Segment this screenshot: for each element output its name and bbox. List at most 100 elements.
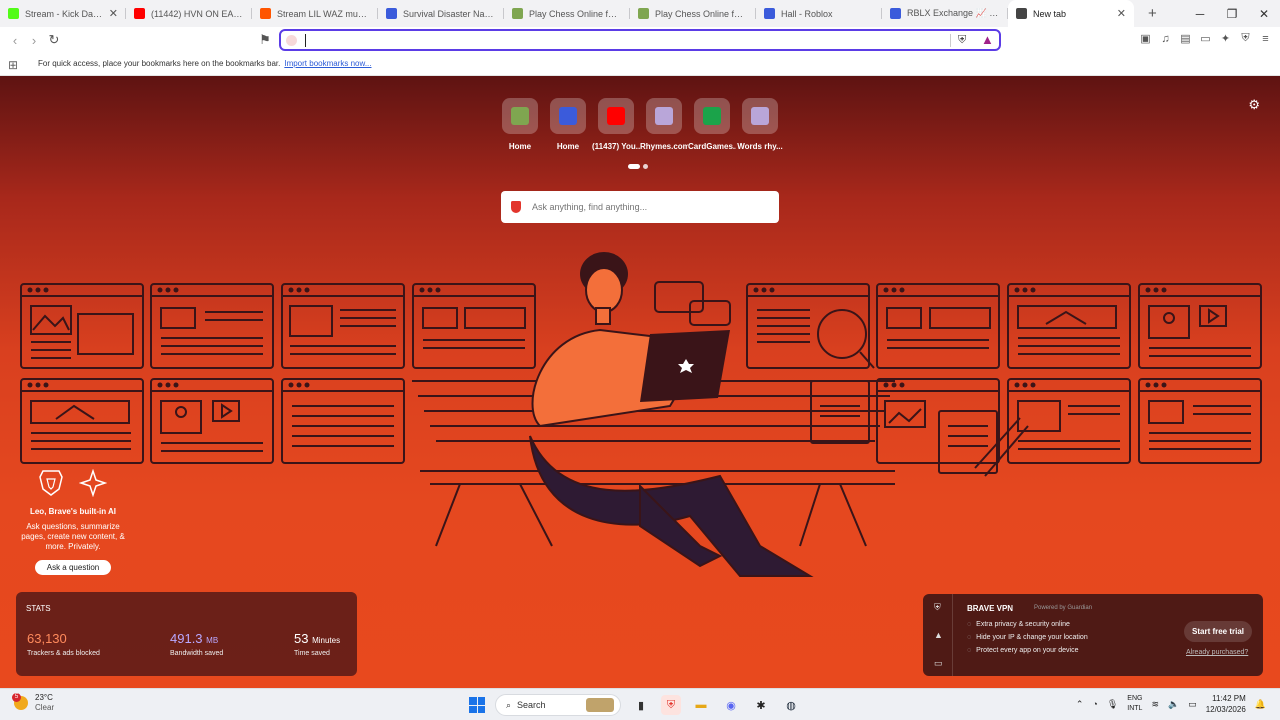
import-bookmarks-link[interactable]: Import bookmarks now... <box>284 59 371 68</box>
brave-browser-icon[interactable]: ⛨ <box>661 695 681 715</box>
top-site-icon-frame <box>598 98 634 134</box>
window-card-illustration <box>20 378 144 464</box>
media-icon[interactable]: ♫ <box>1159 32 1172 45</box>
card-icon[interactable]: ▭ <box>934 658 943 669</box>
roblox-icon <box>559 107 577 125</box>
url-input[interactable] <box>307 32 947 48</box>
volume-icon[interactable]: 🔈 <box>1168 699 1179 710</box>
tab[interactable]: RBLX Exchange 📈 | Play <box>882 0 1008 27</box>
new-tab-button[interactable]: + <box>1148 5 1157 22</box>
trackers-label: Trackers & ads blocked <box>27 650 100 657</box>
tab[interactable]: (11442) HVN ON EARTH - <box>126 0 252 27</box>
forward-button[interactable]: › <box>25 31 43 49</box>
file-explorer-icon[interactable]: ▬ <box>691 695 711 715</box>
rhymes-icon <box>751 107 769 125</box>
new-tab-page: ⚙ Home Home (11437) You... Rhymes.com CardGa… <box>0 76 1280 688</box>
chevron-up-icon[interactable]: ⌃ <box>1076 699 1084 710</box>
leo-icons <box>18 469 128 499</box>
wifi-icon[interactable]: ≋ <box>1151 699 1159 710</box>
notification-bell-icon[interactable]: 🔔 <box>1255 699 1266 710</box>
top-site-tile[interactable]: Home <box>496 98 544 151</box>
window-card-illustration <box>281 378 405 464</box>
top-site-tile[interactable]: Rhymes.com <box>640 98 688 151</box>
tab[interactable]: Hall - Roblox <box>756 0 882 27</box>
window-card-illustration <box>150 378 274 464</box>
ntp-search-input[interactable] <box>532 202 762 212</box>
window-card-illustration <box>1007 378 1131 464</box>
tab-active[interactable]: New tab ✕ <box>1008 0 1134 27</box>
pager-dot[interactable] <box>643 164 648 169</box>
top-site-tile[interactable]: CardGames... <box>688 98 736 151</box>
top-site-tile[interactable]: Words rhy... <box>736 98 784 151</box>
already-purchased-link[interactable]: Already purchased? <box>1186 649 1248 656</box>
toolbar-icons: ▣ ♫ ▤ ▭ ✦ ⛨ ≡ <box>1139 32 1272 45</box>
app-icon[interactable]: ✱ <box>751 695 771 715</box>
top-site-tile[interactable]: Home <box>544 98 592 151</box>
vpn-shield-icon[interactable]: ⛨ <box>934 602 941 613</box>
tab[interactable]: Stream LIL WAZ music | Lis <box>252 0 378 27</box>
windows-start-icon[interactable] <box>469 697 485 713</box>
taskbar-apps: ⌕ Search ▮ ⛨ ▬ ◉ ✱ ◍ <box>469 694 801 716</box>
site-info-icon[interactable] <box>286 35 297 46</box>
battery-icon[interactable]: ▭ <box>1188 699 1197 710</box>
rblx-icon <box>890 8 901 19</box>
sidebar-icon[interactable]: ▤ <box>1179 32 1192 45</box>
bookmarks-hint: For quick access, place your bookmarks h… <box>38 59 281 68</box>
taskbar-search[interactable]: ⌕ Search <box>495 694 621 716</box>
youtube-icon <box>134 8 145 19</box>
close-tab-icon[interactable]: ✕ <box>109 7 118 20</box>
close-window-button[interactable]: ✕ <box>1248 0 1280 27</box>
microphone-icon[interactable]: 🎙 <box>1107 699 1118 710</box>
top-site-icon-frame <box>550 98 586 134</box>
tab-title: Hall - Roblox <box>781 8 833 19</box>
ntp-search-box[interactable] <box>501 191 779 223</box>
tab-title: Stream LIL WAZ music | Lis <box>277 8 370 19</box>
youtube-icon <box>607 107 625 125</box>
close-tab-icon[interactable]: ✕ <box>1117 7 1126 20</box>
tab[interactable]: Stream - Kick Dashbo ✕ <box>0 0 126 27</box>
tab[interactable]: Play Chess Online for FREE <box>504 0 630 27</box>
clock[interactable]: 11:42 PM 12/03/2026 <box>1206 693 1246 715</box>
top-site-tile[interactable]: (11437) You... <box>592 98 640 151</box>
check-icon: ◌ <box>967 647 972 654</box>
wallet-icon[interactable]: ▣ <box>1139 32 1152 45</box>
chess-icon <box>638 8 649 19</box>
tab[interactable]: Play Chess Online for FREE <box>630 0 756 27</box>
gear-icon[interactable]: ⚙ <box>1248 97 1260 113</box>
stat-time: 53 Minutes Time saved <box>294 631 340 657</box>
address-bar[interactable]: ⛨ ▲ <box>279 29 1001 51</box>
top-sites-pager <box>628 164 648 169</box>
window-controls: ─ ❐ ✕ <box>1184 0 1280 27</box>
discord-icon[interactable]: ◉ <box>721 695 741 715</box>
time-unit: Minutes <box>312 636 341 645</box>
leo-ai-icon[interactable]: ✦ <box>1219 32 1232 45</box>
rewards-triangle-icon[interactable]: ▲ <box>934 630 943 640</box>
menu-icon[interactable]: ≡ <box>1259 32 1272 45</box>
back-button[interactable]: ‹ <box>6 31 24 49</box>
window-card-illustration <box>876 283 1000 369</box>
bookmark-icon[interactable]: ⚑ <box>256 31 274 49</box>
brave-rewards-icon[interactable]: ▲ <box>981 32 994 47</box>
tab-title: New tab <box>1033 8 1067 19</box>
vpn-icon[interactable]: ⛨ <box>1239 32 1252 45</box>
task-view-icon[interactable]: ▮ <box>631 695 651 715</box>
tab[interactable]: Survival Disaster Natural | <box>378 0 504 27</box>
apps-grid-icon[interactable]: ⊞ <box>8 58 18 72</box>
tray-app-icon[interactable]: ◔ <box>1092 699 1097 709</box>
bandwidth-unit: MB <box>206 636 219 645</box>
start-free-trial-button[interactable]: Start free trial <box>1184 621 1253 642</box>
weather-widget[interactable]: 5 23°C Clear <box>12 693 54 713</box>
wallet2-icon[interactable]: ▭ <box>1199 32 1212 45</box>
language-indicator[interactable]: ENG INTL <box>1127 694 1142 714</box>
pager-dot-active[interactable] <box>628 164 640 169</box>
maximize-button[interactable]: ❐ <box>1216 0 1248 27</box>
rhymes-icon <box>655 107 673 125</box>
tab-strip: Stream - Kick Dashbo ✕ (11442) HVN ON EART… <box>0 0 1280 27</box>
top-site-label: Home <box>556 142 580 151</box>
reload-button[interactable]: ↻ <box>45 31 63 49</box>
brave-shields-icon[interactable]: ⛨ <box>958 34 966 47</box>
steam-icon[interactable]: ◍ <box>781 695 801 715</box>
minimize-button[interactable]: ─ <box>1184 0 1216 27</box>
brave-lion-icon <box>39 470 63 496</box>
ask-question-button[interactable]: Ask a question <box>34 560 112 575</box>
